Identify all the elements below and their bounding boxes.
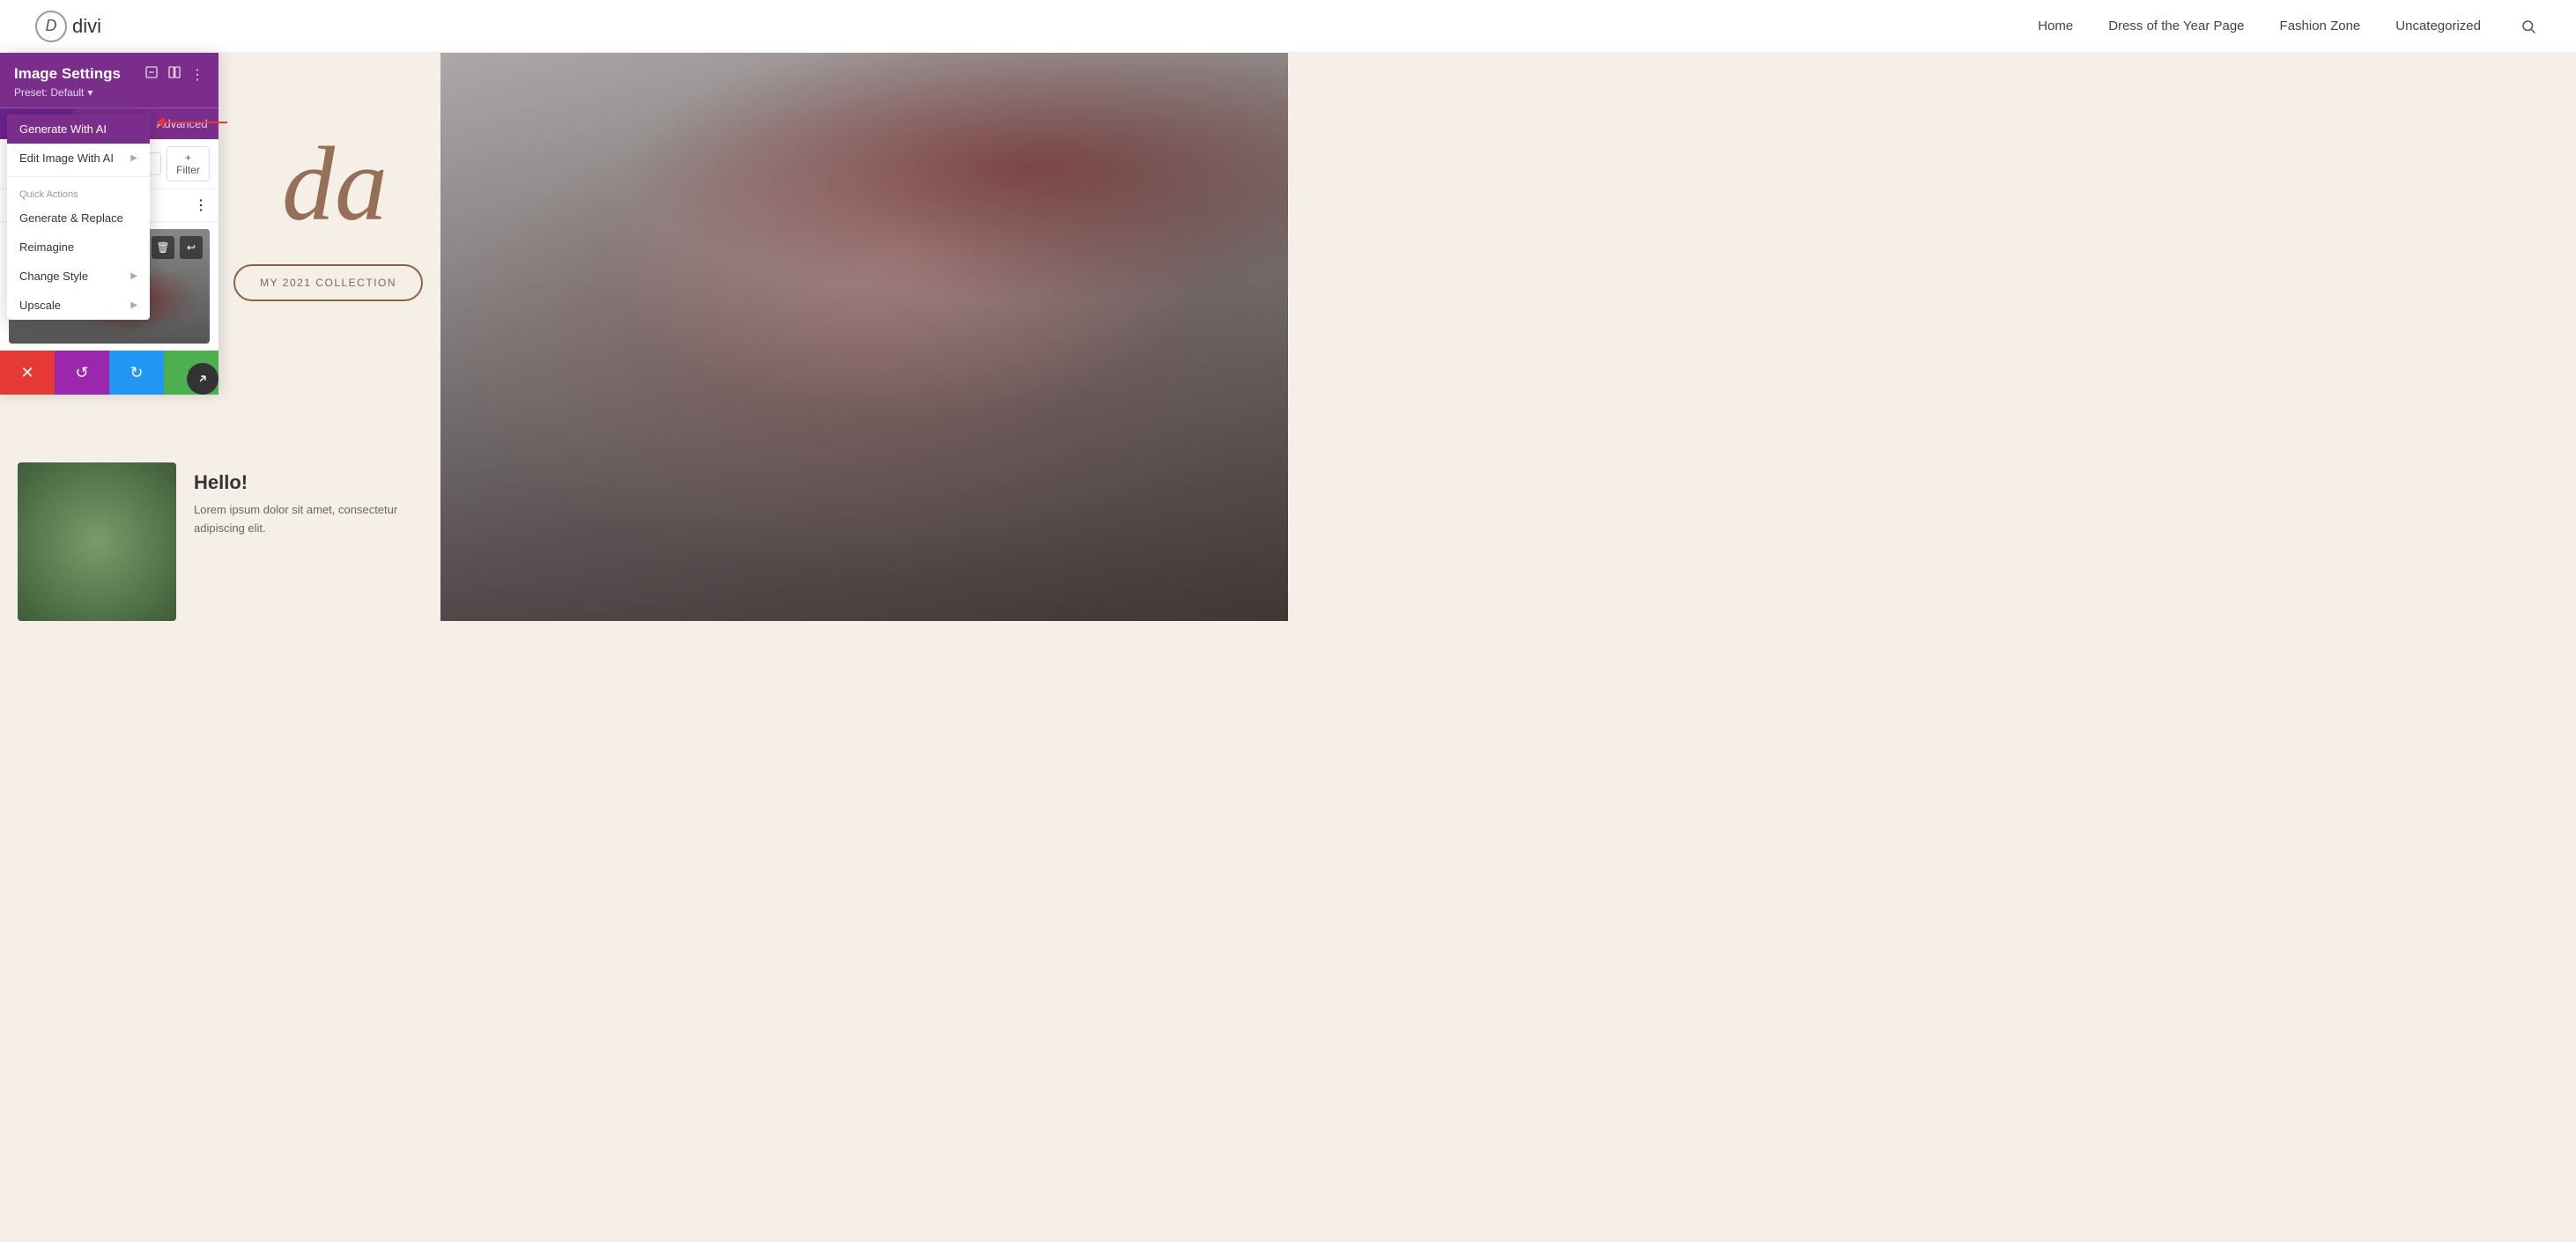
arrow-line [157, 122, 227, 123]
hello-title: Hello! [194, 471, 423, 494]
dropdown-generate-ai[interactable]: Generate With AI [7, 115, 150, 144]
redo-button[interactable]: ↻ [109, 351, 164, 395]
dropdown-generate-replace[interactable]: Generate & Replace [7, 203, 150, 233]
quick-actions-label: Quick Actions [7, 181, 150, 203]
change-style-arrow-icon: ▶ [130, 271, 137, 281]
bottom-section: Hello! Lorem ipsum dolor sit amet, conse… [0, 445, 440, 621]
site-logo[interactable]: D divi [35, 11, 101, 42]
dropdown-divider [7, 176, 150, 177]
nav-home[interactable]: Home [2038, 18, 2073, 33]
panel-header: Image Settings Preset: Default ▾ ⋮ [0, 53, 218, 107]
dropdown-upscale[interactable]: Upscale ▶ [7, 291, 150, 320]
search-icon[interactable] [2516, 14, 2541, 39]
hello-section: Hello! Lorem ipsum dolor sit amet, conse… [194, 462, 423, 538]
panel-preset[interactable]: Preset: Default ▾ [14, 86, 121, 99]
nav-links: Home Dress of the Year Page Fashion Zone… [2038, 14, 2541, 39]
panel-title: Image Settings [14, 65, 121, 83]
nav-fashion-zone[interactable]: Fashion Zone [2280, 18, 2361, 33]
right-hero-image [440, 53, 1288, 621]
logo-text: divi [72, 15, 101, 38]
undo-button[interactable]: ↺ [55, 351, 109, 395]
cancel-button[interactable]: ✕ [0, 351, 55, 395]
portrait-image [18, 462, 176, 621]
panel-header-icons: ⋮ [144, 65, 204, 84]
upscale-arrow-icon: ▶ [130, 300, 137, 310]
arrow-head [156, 117, 165, 128]
hero-text: da [282, 123, 388, 245]
nav-dress-page[interactable]: Dress of the Year Page [2108, 18, 2244, 33]
undo-control-button[interactable]: ↩ [180, 236, 203, 259]
section-dots-icon[interactable]: ⋮ [194, 196, 208, 214]
portrait-thumbnail [18, 462, 176, 621]
dropdown-menu: Generate With AI Edit Image With AI ▶ Qu… [7, 115, 150, 320]
panel-expand-icon[interactable] [144, 65, 159, 84]
collection-button[interactable]: MY 2021 COLLECTION [233, 264, 423, 301]
image-overlay [440, 53, 1288, 621]
top-navigation: D divi Home Dress of the Year Page Fashi… [0, 0, 2576, 53]
drag-handle[interactable] [187, 363, 218, 395]
nav-uncategorized[interactable]: Uncategorized [2395, 18, 2481, 33]
logo-icon: D [35, 11, 67, 42]
chevron-right-icon: ▶ [130, 153, 137, 163]
delete-control-button[interactable]: 🗑 [152, 236, 174, 259]
dropdown-reimagine[interactable]: Reimagine [7, 233, 150, 262]
dropdown-change-style[interactable]: Change Style ▶ [7, 262, 150, 291]
panel-bottom-buttons: ✕ ↺ ↻ ✓ [0, 351, 218, 395]
panel-more-icon[interactable]: ⋮ [190, 66, 204, 84]
hello-body: Lorem ipsum dolor sit amet, consectetur … [194, 501, 423, 538]
panel-title-area: Image Settings Preset: Default ▾ [14, 65, 121, 99]
dropdown-edit-ai[interactable]: Edit Image With AI ▶ [7, 144, 150, 173]
filter-button[interactable]: + Filter [167, 146, 210, 181]
panel-columns-icon[interactable] [167, 65, 181, 84]
arrow-indicator [157, 122, 227, 123]
